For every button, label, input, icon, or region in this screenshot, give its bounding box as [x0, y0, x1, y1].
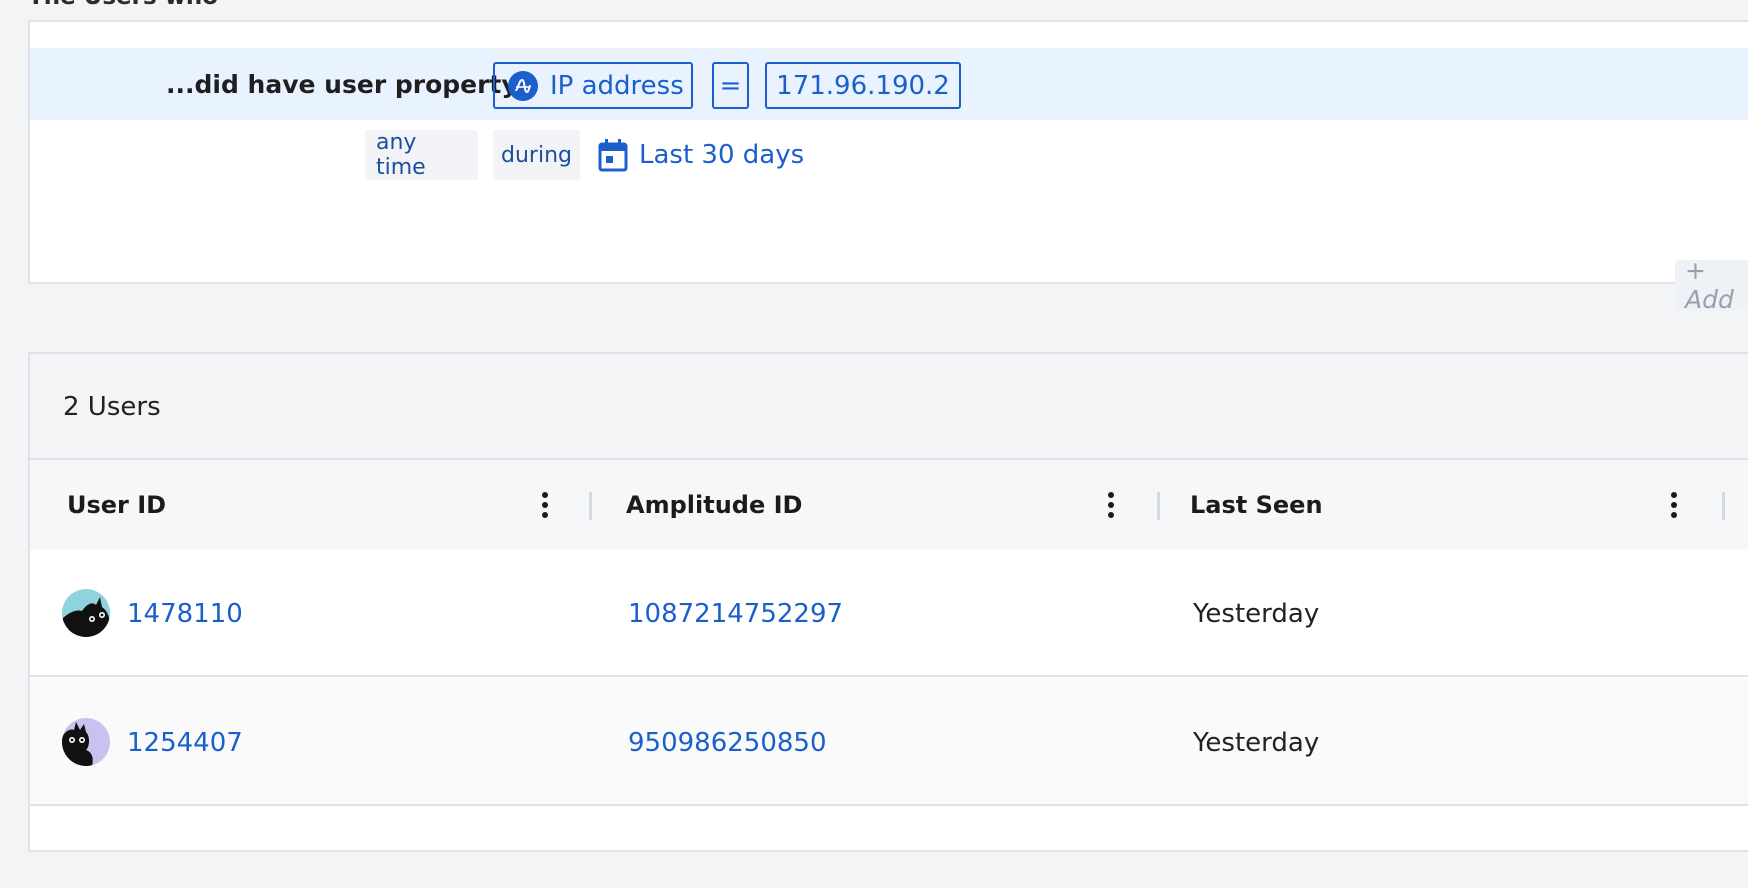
property-label: IP address — [550, 70, 684, 101]
column-resize-handle[interactable] — [1722, 492, 1725, 520]
amplitude-id-link[interactable]: 1087214752297 — [628, 550, 843, 677]
column-resize-handle[interactable] — [1157, 492, 1160, 520]
time-qualifier-selector[interactable]: during — [493, 130, 580, 180]
avatar — [62, 589, 110, 637]
column-menu-icon[interactable] — [1664, 490, 1684, 520]
user-avatar-icon — [62, 589, 110, 637]
segment-definition-card: ...did have user property IP address = 1… — [28, 20, 1748, 284]
column-resize-handle[interactable] — [589, 492, 592, 520]
table-header: User ID Amplitude ID Last Seen — [30, 460, 1748, 550]
column-header-user-id[interactable]: User ID — [67, 460, 166, 550]
operator-selector[interactable]: = — [712, 62, 749, 109]
table-row: 1478110 1087214752297 Yesterday — [30, 550, 1748, 677]
user-id-link[interactable]: 1254407 — [127, 679, 243, 806]
column-menu-icon[interactable] — [1101, 490, 1121, 520]
frequency-selector[interactable]: any time — [365, 130, 478, 180]
column-header-amplitude-id[interactable]: Amplitude ID — [626, 460, 802, 550]
user-id-link[interactable]: 1478110 — [127, 550, 243, 677]
amplitude-icon — [508, 70, 538, 101]
column-header-last-seen[interactable]: Last Seen — [1190, 460, 1323, 550]
table-row: 1254407 950986250850 Yesterday — [30, 679, 1748, 806]
user-count: 2 Users — [63, 392, 161, 422]
condition-row: ...did have user property IP address = 1… — [30, 48, 1748, 120]
last-seen-value: Yesterday — [1193, 727, 1320, 758]
property-selector[interactable]: IP address — [493, 62, 693, 109]
date-range-picker[interactable]: Last 30 days — [598, 130, 804, 180]
last-seen-value: Yesterday — [1193, 598, 1320, 629]
avatar — [62, 718, 110, 766]
time-row: any time during Last 30 days — [30, 130, 930, 180]
add-condition-button[interactable]: + Add — [1675, 256, 1748, 314]
column-menu-icon[interactable] — [535, 490, 555, 520]
amplitude-id-link[interactable]: 950986250850 — [628, 679, 827, 806]
results-header: 2 Users — [30, 354, 1748, 460]
results-card: 2 Users User ID Amplitude ID Last Seen 1… — [28, 352, 1748, 852]
calendar-icon — [598, 138, 628, 172]
segment-heading: The Users who — [28, 0, 218, 10]
condition-label: ...did have user property — [166, 69, 518, 99]
user-avatar-icon — [62, 718, 110, 766]
property-value-input[interactable]: 171.96.190.2 — [765, 62, 961, 109]
date-range-label: Last 30 days — [639, 140, 805, 170]
